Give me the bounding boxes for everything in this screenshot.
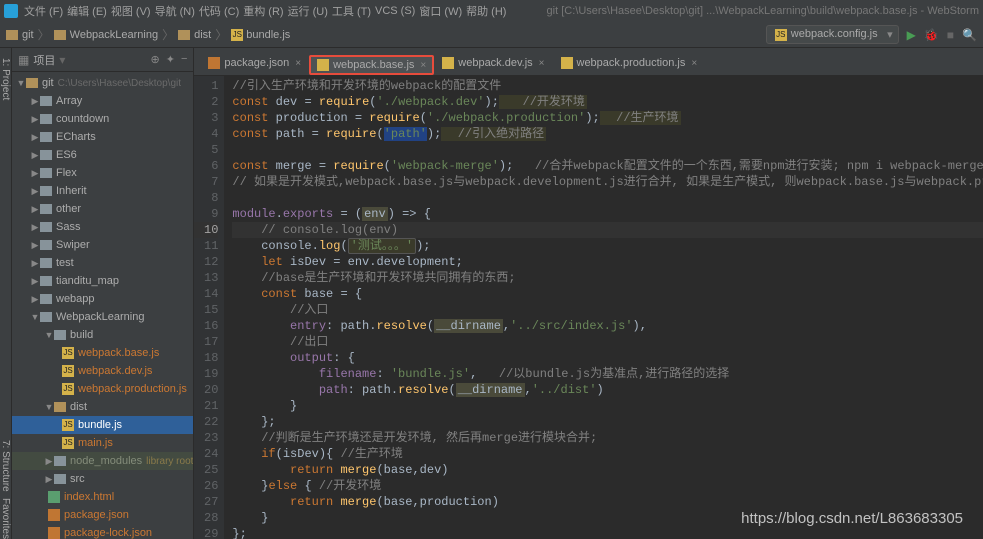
tree-file[interactable]: index.html xyxy=(12,488,193,506)
tree-folder[interactable]: ▶Inherit xyxy=(12,182,193,200)
folder-icon xyxy=(6,30,18,40)
tree-file[interactable]: JSmain.js xyxy=(12,434,193,452)
menu-edit[interactable]: 编辑 (E) xyxy=(67,3,107,19)
tool-project[interactable]: 1: Project xyxy=(0,58,11,100)
tree-folder[interactable]: ▶ECharts xyxy=(12,128,193,146)
sidebar-tab-icon: ▦ xyxy=(18,53,29,67)
breadcrumb-file[interactable]: bundle.js xyxy=(246,29,290,41)
code-editor[interactable]: 1234567891011121314151617181920212223242… xyxy=(194,76,983,539)
tree-folder[interactable]: ▶ES6 xyxy=(12,146,193,164)
tree-folder[interactable]: ▶Swiper xyxy=(12,236,193,254)
close-icon[interactable]: × xyxy=(420,60,426,71)
tab-webpack-base[interactable]: webpack.base.js× xyxy=(309,55,434,75)
menu-help[interactable]: 帮助 (H) xyxy=(466,3,506,19)
close-icon[interactable]: × xyxy=(539,58,545,69)
left-tool-strip: 1: Project 7: Structure Favorites xyxy=(0,48,12,539)
stop-button-icon[interactable]: ■ xyxy=(947,28,954,42)
editor-area: package.json× webpack.base.js× webpack.d… xyxy=(194,48,983,539)
run-button-icon[interactable]: ▶ xyxy=(907,28,916,42)
tree-file[interactable]: JSwebpack.production.js xyxy=(12,380,193,398)
tree-file[interactable]: JSwebpack.base.js xyxy=(12,344,193,362)
menu-run[interactable]: 运行 (U) xyxy=(288,3,328,19)
navigation-bar: git 〉 WebpackLearning 〉 dist 〉 JS bundle… xyxy=(0,22,983,48)
project-sidebar: ▦ 项目 ▾ ⊕ ✦ − ▼gitC:\Users\Hasee\Desktop\… xyxy=(12,48,194,539)
breadcrumb-folder[interactable]: dist xyxy=(194,29,211,41)
menu-navigate[interactable]: 导航 (N) xyxy=(155,3,195,19)
tree-folder[interactable]: ▶Array xyxy=(12,92,193,110)
tree-file[interactable]: JSwebpack.dev.js xyxy=(12,362,193,380)
tree-folder-nodemodules[interactable]: ▶node_moduleslibrary root xyxy=(12,452,193,470)
debug-button-icon[interactable]: 🐞 xyxy=(924,28,939,42)
tree-folder[interactable]: ▶other xyxy=(12,200,193,218)
menu-code[interactable]: 代码 (C) xyxy=(199,3,239,19)
app-logo-icon xyxy=(4,4,18,18)
js-file-icon: JS xyxy=(231,29,243,41)
folder-icon xyxy=(54,30,66,40)
tree-folder-webpack[interactable]: ▼WebpackLearning xyxy=(12,308,193,326)
tree-folder-dist[interactable]: ▼dist xyxy=(12,398,193,416)
window-title: git [C:\Users\Hasee\Desktop\git] ...\Web… xyxy=(547,5,979,17)
tab-package-json[interactable]: package.json× xyxy=(200,53,309,75)
menu-tools[interactable]: 工具 (T) xyxy=(332,3,371,19)
project-tree[interactable]: ▼gitC:\Users\Hasee\Desktop\git ▶Array ▶c… xyxy=(12,72,193,539)
menu-file[interactable]: 文件 (F) xyxy=(24,3,63,19)
hide-icon[interactable]: − xyxy=(181,53,187,66)
tab-webpack-prod[interactable]: webpack.production.js× xyxy=(553,53,706,75)
search-icon[interactable]: 🔍 xyxy=(962,28,977,42)
close-icon[interactable]: × xyxy=(295,58,301,69)
menu-window[interactable]: 窗口 (W) xyxy=(419,3,462,19)
tree-file[interactable]: package.json xyxy=(12,506,193,524)
tree-folder-build[interactable]: ▼build xyxy=(12,326,193,344)
breadcrumb-project[interactable]: WebpackLearning xyxy=(70,29,158,41)
tool-favorites[interactable]: Favorites xyxy=(0,498,11,539)
run-config-dropdown[interactable]: JSwebpack.config.js xyxy=(766,25,899,44)
settings-icon[interactable]: ✦ xyxy=(166,53,175,66)
close-icon[interactable]: × xyxy=(691,58,697,69)
menu-refactor[interactable]: 重构 (R) xyxy=(243,3,283,19)
tree-root[interactable]: ▼gitC:\Users\Hasee\Desktop\git xyxy=(12,74,193,92)
sidebar-title[interactable]: 项目 xyxy=(33,52,55,68)
tree-folder[interactable]: ▶webapp xyxy=(12,290,193,308)
tree-file-selected[interactable]: JSbundle.js xyxy=(12,416,193,434)
tree-folder[interactable]: ▶test xyxy=(12,254,193,272)
folder-icon xyxy=(178,30,190,40)
tree-folder-src[interactable]: ▶src xyxy=(12,470,193,488)
editor-tabs: package.json× webpack.base.js× webpack.d… xyxy=(194,48,983,76)
menu-vcs[interactable]: VCS (S) xyxy=(375,5,415,17)
tree-file[interactable]: package-lock.json xyxy=(12,524,193,539)
tree-folder[interactable]: ▶tianditu_map xyxy=(12,272,193,290)
menu-view[interactable]: 视图 (V) xyxy=(111,3,151,19)
collapse-icon[interactable]: ⊕ xyxy=(151,53,160,66)
tree-folder[interactable]: ▶Sass xyxy=(12,218,193,236)
titlebar: 文件 (F) 编辑 (E) 视图 (V) 导航 (N) 代码 (C) 重构 (R… xyxy=(0,0,983,22)
breadcrumb-root[interactable]: git xyxy=(22,29,34,41)
tab-webpack-dev[interactable]: webpack.dev.js× xyxy=(434,53,552,75)
sidebar-header: ▦ 项目 ▾ ⊕ ✦ − xyxy=(12,48,193,72)
tree-folder[interactable]: ▶Flex xyxy=(12,164,193,182)
code-lines[interactable]: //引入生产环境和开发环境的webpack的配置文件 const dev = r… xyxy=(224,76,983,539)
line-gutter: 1234567891011121314151617181920212223242… xyxy=(194,76,224,539)
tool-structure[interactable]: 7: Structure xyxy=(0,440,11,492)
tree-folder[interactable]: ▶countdown xyxy=(12,110,193,128)
